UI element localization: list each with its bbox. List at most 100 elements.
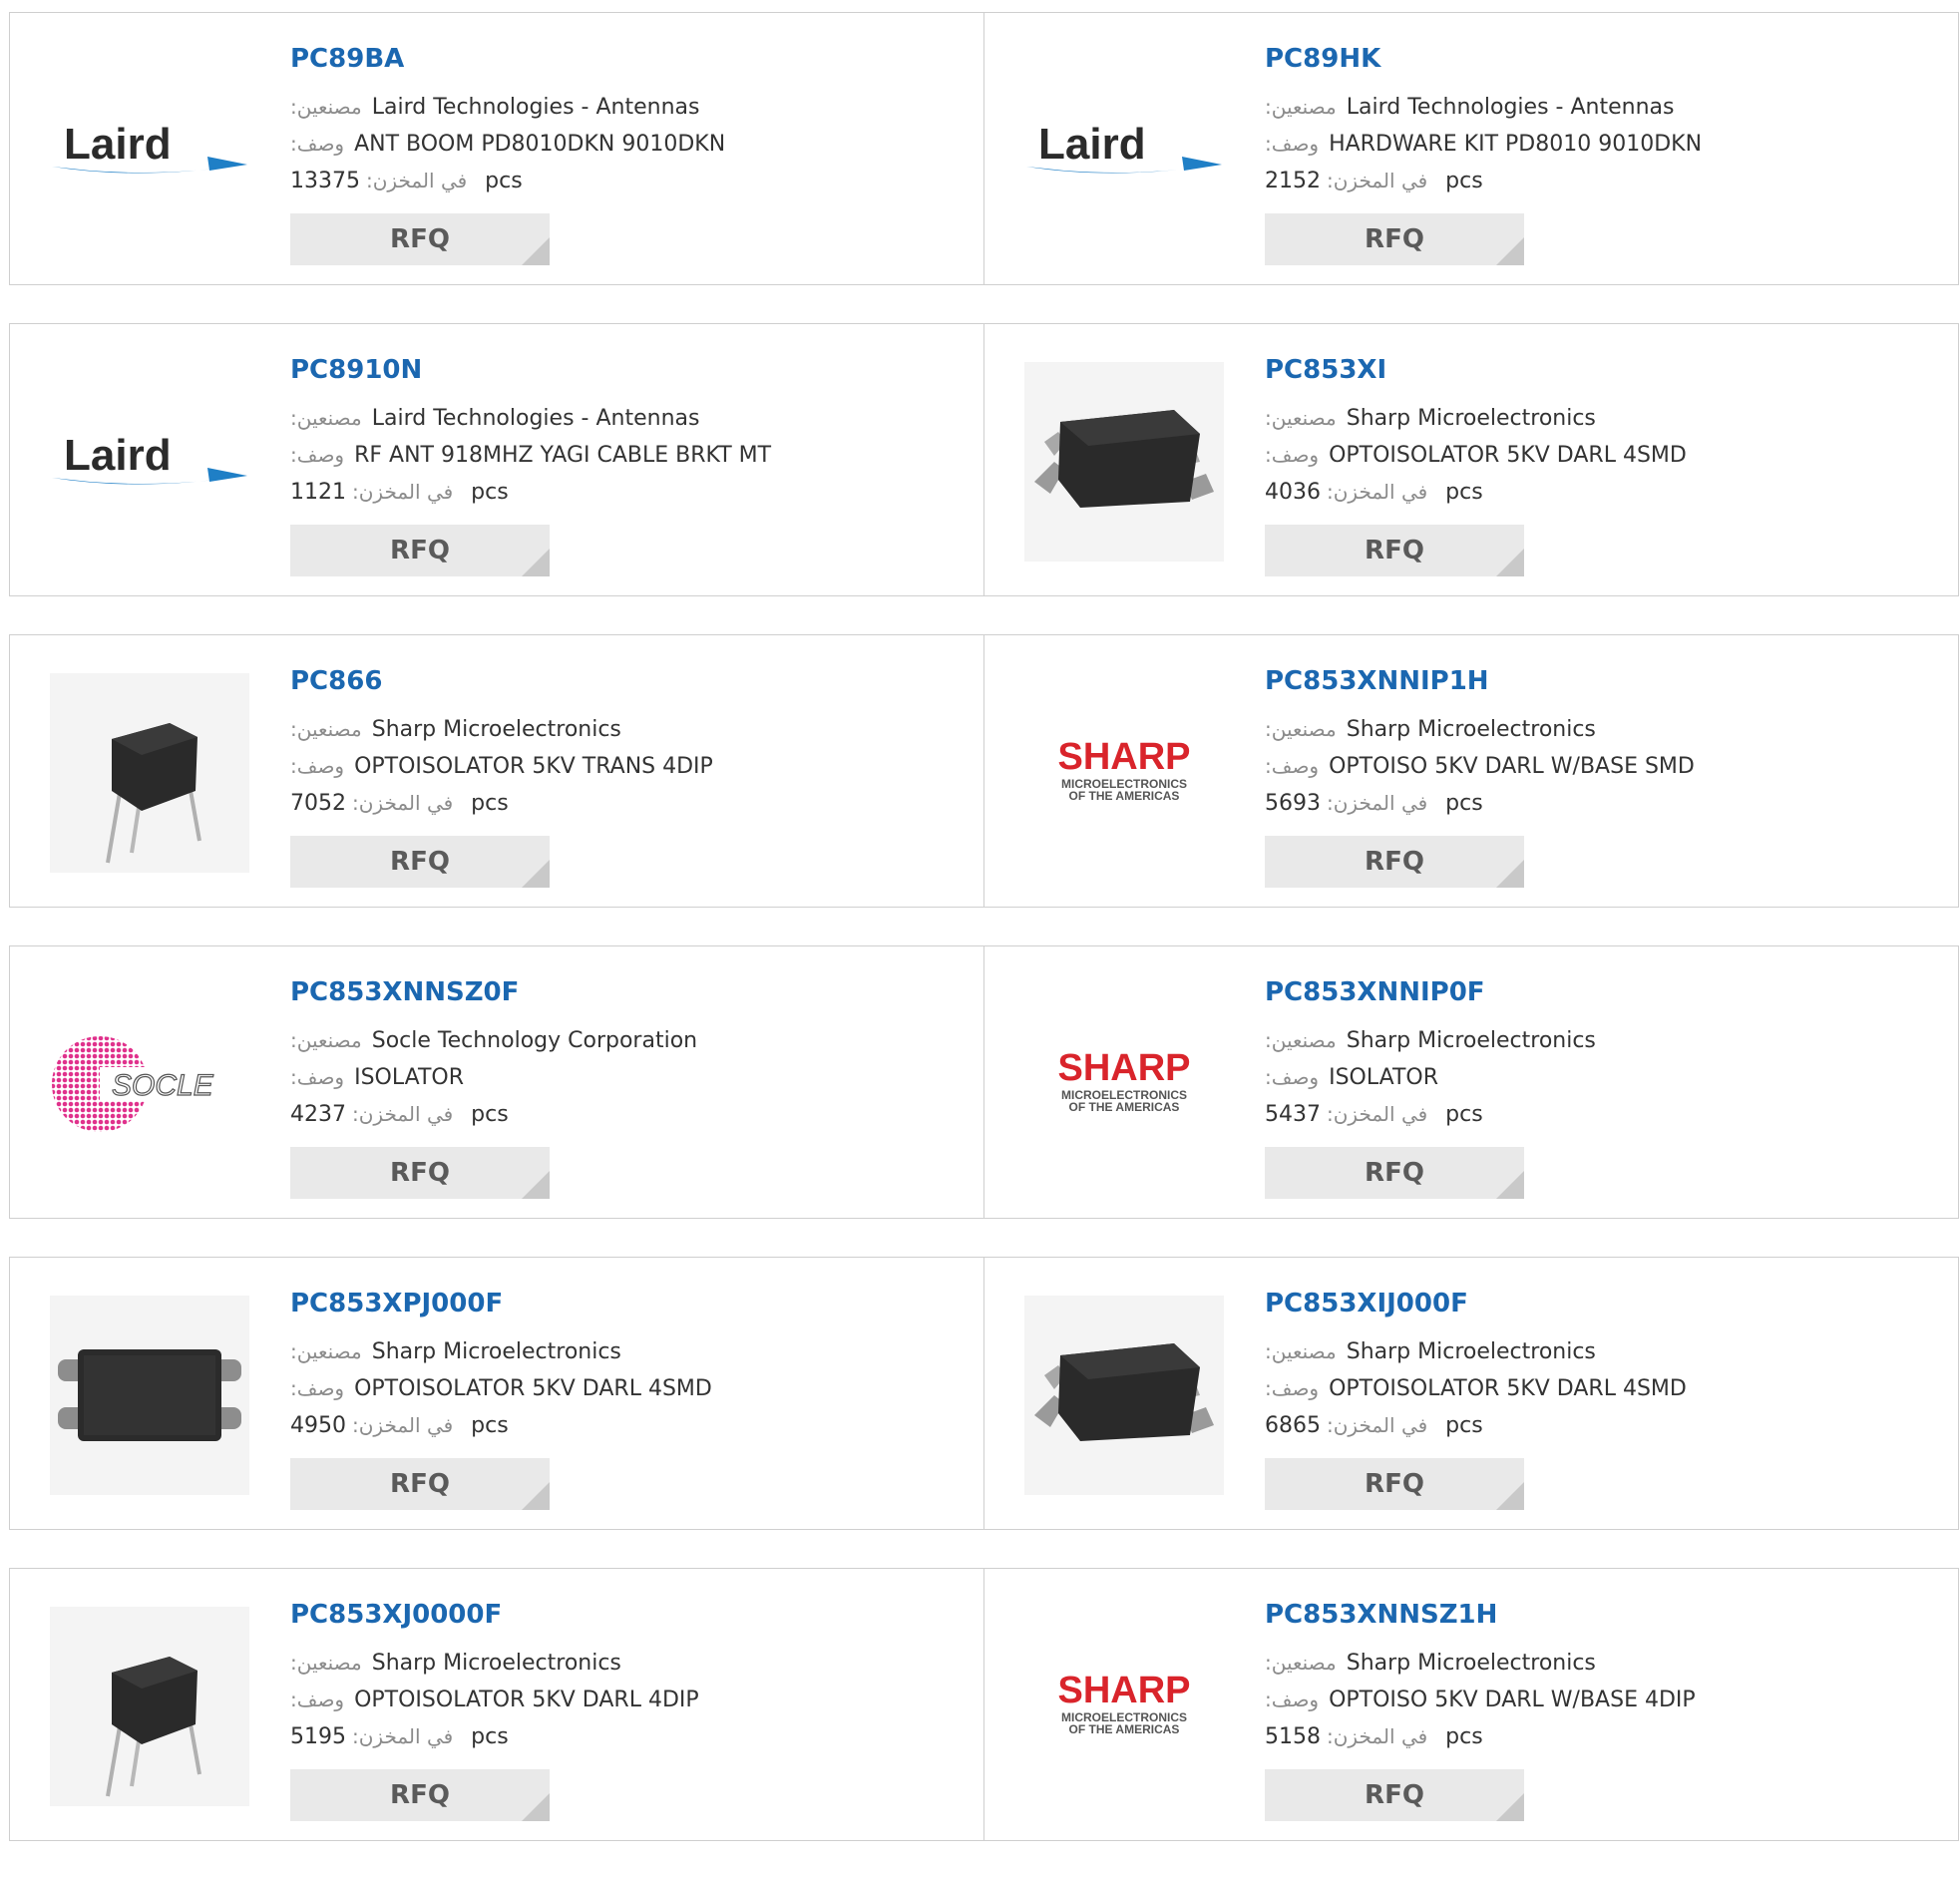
stock-quantity: 5437 (1265, 1102, 1321, 1127)
description-value: RF ANT 918MHZ YAGI CABLE BRKT MT (354, 443, 772, 468)
description-value: OPTOISOLATOR 5KV DARL 4SMD (1329, 443, 1687, 468)
rfq-button[interactable]: RFQ (290, 836, 550, 888)
product-image[interactable]: Laird (50, 51, 249, 250)
sharp-logo-sub2: OF THE AMERICAS (1069, 1100, 1180, 1114)
description-label: وصف: (290, 132, 345, 156)
rfq-button[interactable]: RFQ (290, 1769, 550, 1821)
stock-line: 7052 في المخزن: pcs (290, 785, 964, 822)
product-row: Laird PC89BA مصنعين: Laird Technologies - … (9, 12, 1960, 285)
stock-quantity: 1121 (290, 480, 346, 505)
part-number-link[interactable]: PC853XNNIP0F (1265, 976, 1938, 1008)
laird-logo-text: Laird (64, 431, 172, 480)
rfq-corner-decoration (1496, 1171, 1524, 1199)
part-number-link[interactable]: PC89HK (1265, 43, 1938, 75)
product-card: SHARP MICROELECTRONICS OF THE AMERICAS P… (983, 634, 1959, 908)
rfq-corner-decoration (1496, 237, 1524, 265)
rfq-button[interactable]: RFQ (1265, 1147, 1524, 1199)
smd-chip-photo (1024, 1296, 1224, 1495)
part-number-link[interactable]: PC8910N (290, 354, 964, 386)
manufacturer-line: مصنعين: Sharp Microelectronics (290, 711, 964, 748)
description-value: OPTOISOLATOR 5KV TRANS 4DIP (354, 754, 713, 779)
description-label: وصف: (290, 1688, 345, 1711)
stock-unit: pcs (1445, 1413, 1483, 1438)
rfq-button-label: RFQ (1365, 1780, 1424, 1810)
description-label: وصف: (1265, 754, 1320, 778)
stock-unit: pcs (1445, 169, 1483, 193)
rfq-button[interactable]: RFQ (290, 1147, 550, 1199)
rfq-button[interactable]: RFQ (290, 213, 550, 265)
stock-quantity: 2152 (1265, 169, 1321, 193)
part-number-link[interactable]: PC853XI (1265, 354, 1938, 386)
stock-label: في المخزن: (352, 791, 454, 815)
rfq-button-label: RFQ (390, 224, 450, 254)
product-image[interactable]: SHARP MICROELECTRONICS OF THE AMERICAS (1024, 1607, 1224, 1806)
product-image[interactable]: SHARP MICROELECTRONICS OF THE AMERICAS (1024, 984, 1224, 1184)
laird-logo: Laird (1026, 120, 1222, 174)
rfq-button[interactable]: RFQ (1265, 836, 1524, 888)
rfq-button-label: RFQ (390, 536, 450, 565)
product-image[interactable]: Laird (50, 362, 249, 562)
stock-line: 4036 في المخزن: pcs (1265, 474, 1938, 511)
rfq-button[interactable]: RFQ (290, 1458, 550, 1510)
stock-line: 4237 في المخزن: pcs (290, 1096, 964, 1133)
stock-quantity: 4237 (290, 1102, 346, 1127)
stock-quantity: 5158 (1265, 1724, 1321, 1749)
product-image[interactable] (50, 673, 249, 873)
part-number-link[interactable]: PC89BA (290, 43, 964, 75)
product-card: PC853XJ0000F مصنعين: Sharp Microelectronic… (9, 1568, 984, 1841)
part-number-link[interactable]: PC853XNNSZ1H (1265, 1599, 1938, 1631)
manufacturer-label: مصنعين: (290, 95, 362, 119)
rfq-button[interactable]: RFQ (1265, 213, 1524, 265)
description-value: ANT BOOM PD8010DKN 9010DKN (354, 132, 726, 157)
manufacturer-line: مصنعين: Sharp Microelectronics (1265, 400, 1938, 437)
product-image[interactable] (50, 1607, 249, 1806)
product-image[interactable] (1024, 1296, 1224, 1495)
rfq-button-label: RFQ (1365, 1469, 1424, 1499)
rfq-button-label: RFQ (1365, 847, 1424, 877)
manufacturer-label: مصنعين: (1265, 1339, 1337, 1363)
manufacturer-label: مصنعين: (290, 1028, 362, 1052)
product-image[interactable] (50, 1296, 249, 1495)
stock-quantity: 6865 (1265, 1413, 1321, 1438)
rfq-corner-decoration (522, 237, 550, 265)
stock-line: 5158 في المخزن: pcs (1265, 1718, 1938, 1755)
stock-line: 1121 في المخزن: pcs (290, 474, 964, 511)
product-image[interactable]: Laird (1024, 51, 1224, 250)
rfq-button[interactable]: RFQ (1265, 1769, 1524, 1821)
description-line: وصف: ANT BOOM PD8010DKN 9010DKN (290, 126, 964, 163)
sharp-logo-text: SHARP (1057, 1670, 1190, 1711)
description-line: وصف: ISOLATOR (1265, 1059, 1938, 1096)
stock-label: في المخزن: (1327, 1102, 1428, 1126)
product-image[interactable]: SOCLE (50, 984, 249, 1184)
rfq-button[interactable]: RFQ (1265, 1458, 1524, 1510)
manufacturer-line: مصنعين: Laird Technologies - Antennas (290, 400, 964, 437)
manufacturer-value: Sharp Microelectronics (371, 717, 621, 742)
description-value: ISOLATOR (354, 1065, 465, 1090)
sharp-logo: SHARP MICROELECTRONICS OF THE AMERICAS (1057, 1047, 1190, 1114)
stock-unit: pcs (1445, 791, 1483, 816)
stock-label: في المخزن: (352, 1102, 454, 1126)
stock-quantity: 5195 (290, 1724, 346, 1749)
stock-label: في المخزن: (366, 169, 468, 192)
part-number-link[interactable]: PC853XNNSZ0F (290, 976, 964, 1008)
part-number-link[interactable]: PC853XNNIP1H (1265, 665, 1938, 697)
product-card: PC853XI مصنعين: Sharp Microelectronics وصف:… (983, 323, 1959, 596)
rfq-button[interactable]: RFQ (1265, 525, 1524, 576)
stock-unit: pcs (471, 1413, 509, 1438)
part-number-link[interactable]: PC853XPJ000F (290, 1288, 964, 1319)
description-line: وصف: OPTOISOLATOR 5KV DARL 4SMD (1265, 1370, 1938, 1407)
rfq-button[interactable]: RFQ (290, 525, 550, 576)
product-image[interactable] (1024, 362, 1224, 562)
part-number-link[interactable]: PC866 (290, 665, 964, 697)
product-image[interactable]: SHARP MICROELECTRONICS OF THE AMERICAS (1024, 673, 1224, 873)
stock-quantity: 13375 (290, 169, 360, 193)
stock-label: في المخزن: (1327, 1724, 1428, 1748)
manufacturer-label: مصنعين: (1265, 406, 1337, 430)
description-label: وصف: (290, 754, 345, 778)
part-number-link[interactable]: PC853XJ0000F (290, 1599, 964, 1631)
stock-quantity: 4036 (1265, 480, 1321, 505)
product-row: SOCLE PC853XNNSZ0F مصنعين: Socle Technolog… (9, 945, 1960, 1219)
rfq-corner-decoration (522, 860, 550, 888)
part-number-link[interactable]: PC853XIJ000F (1265, 1288, 1938, 1319)
stock-unit: pcs (471, 1102, 509, 1127)
